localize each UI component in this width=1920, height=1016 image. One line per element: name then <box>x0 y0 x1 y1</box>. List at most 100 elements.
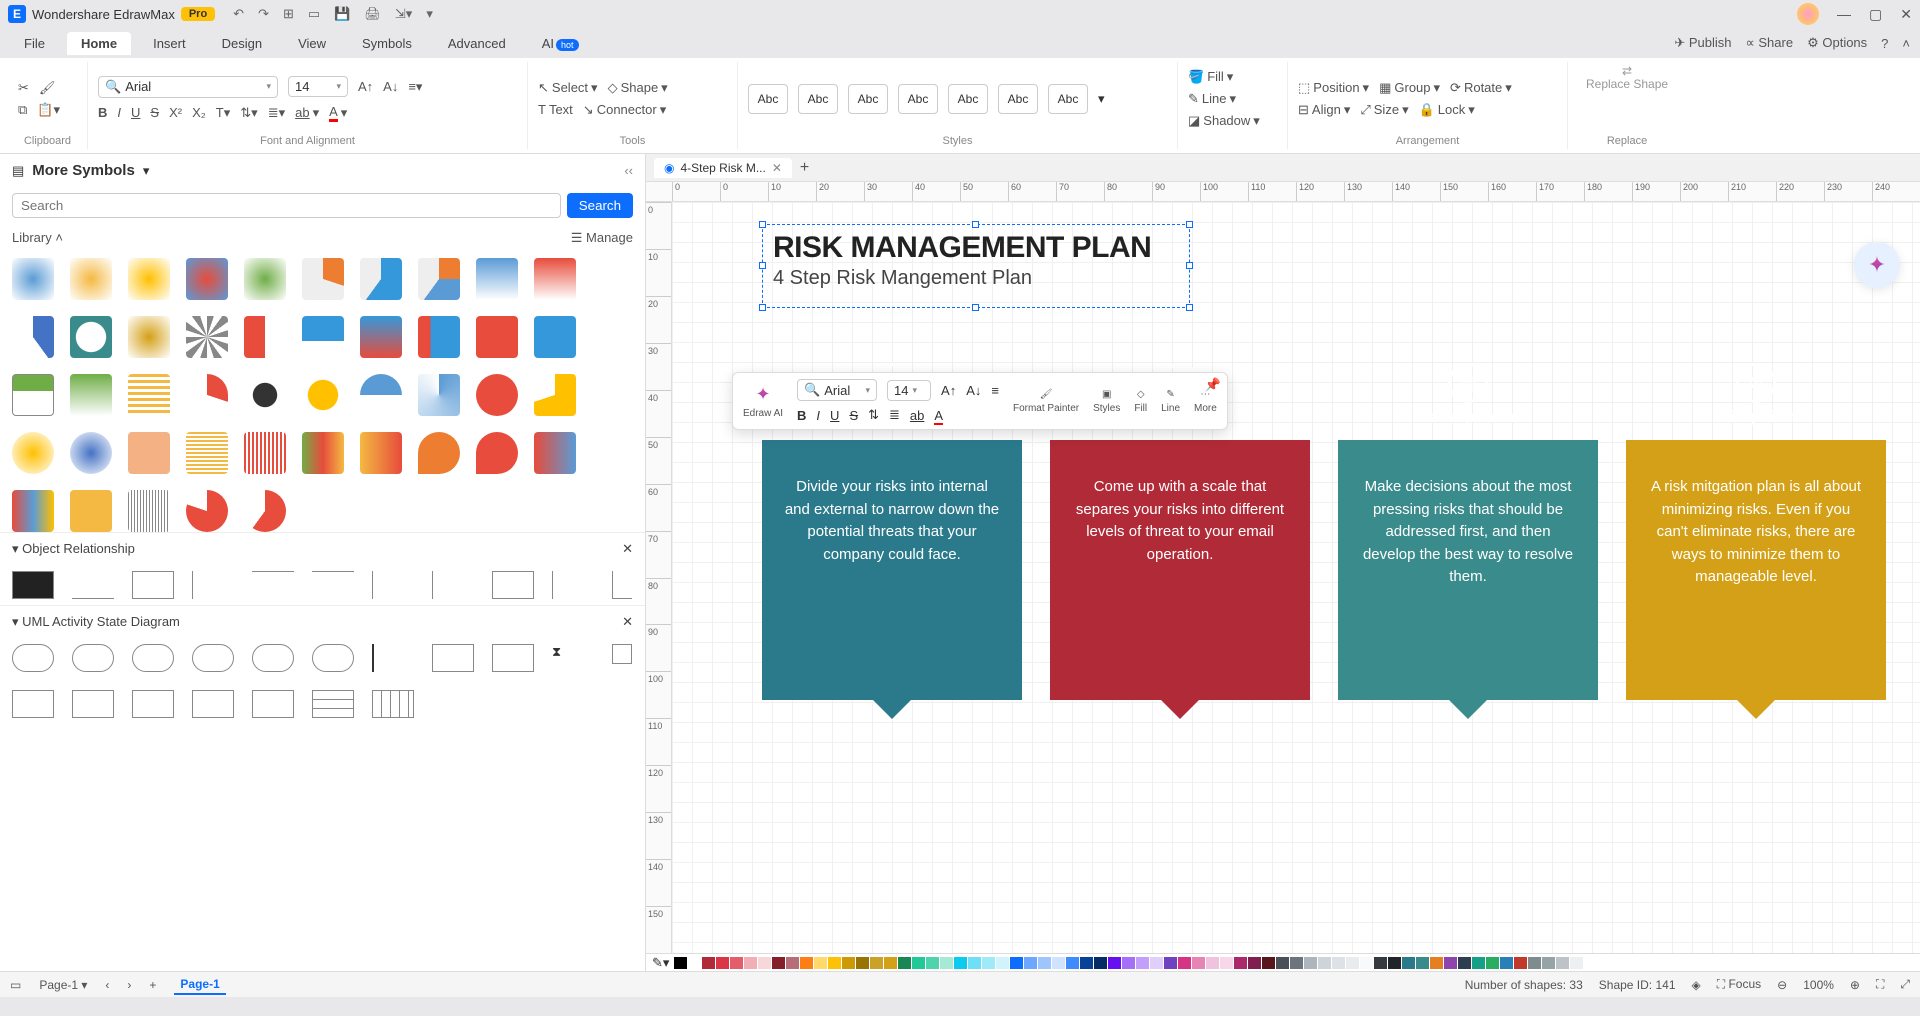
color-swatch[interactable] <box>1220 957 1233 969</box>
subscript-icon[interactable]: X₂ <box>192 105 206 120</box>
align-icon[interactable]: ≡▾ <box>408 79 422 95</box>
symbol-item[interactable] <box>186 374 228 416</box>
symbol-item[interactable] <box>302 316 344 358</box>
page-menu-icon[interactable]: ▭ <box>10 978 21 992</box>
symbol-item[interactable] <box>360 432 402 474</box>
card-management[interactable]: ▥Management Make decisions about the mos… <box>1338 350 1598 730</box>
symbol-item[interactable] <box>534 374 576 416</box>
color-swatch[interactable] <box>1024 957 1037 969</box>
line-spacing-icon[interactable]: ⇅ <box>868 407 879 423</box>
format-painter-icon[interactable]: 🖌 <box>1040 389 1053 400</box>
color-swatch[interactable] <box>1360 957 1373 969</box>
diagram-title[interactable]: RISK MANAGEMENT PLAN <box>763 225 1189 265</box>
color-swatch[interactable] <box>1206 957 1219 969</box>
symbol-item[interactable] <box>372 571 414 599</box>
symbol-item[interactable] <box>312 690 354 718</box>
color-swatch[interactable] <box>1262 957 1275 969</box>
color-swatch[interactable] <box>1388 957 1401 969</box>
color-swatch[interactable] <box>1150 957 1163 969</box>
symbol-item[interactable] <box>186 258 228 300</box>
symbol-item[interactable] <box>186 316 228 358</box>
symbol-item[interactable] <box>12 644 54 672</box>
symbol-item[interactable] <box>476 258 518 300</box>
position-button[interactable]: ⬚ Position▾ <box>1298 80 1369 96</box>
symbol-item[interactable] <box>476 316 518 358</box>
color-swatch[interactable] <box>1080 957 1093 969</box>
close-section-icon[interactable]: ✕ <box>622 614 633 630</box>
symbol-item[interactable] <box>132 571 174 599</box>
redo-icon[interactable]: ↷ <box>258 6 269 22</box>
resize-handle[interactable] <box>1186 304 1193 311</box>
symbol-item[interactable] <box>12 258 54 300</box>
style6[interactable]: Abc <box>998 84 1038 114</box>
symbol-item[interactable] <box>192 571 234 599</box>
symbol-item[interactable] <box>192 644 234 672</box>
user-avatar-icon[interactable] <box>1797 3 1819 25</box>
italic-icon[interactable]: I <box>117 105 121 120</box>
symbol-item[interactable] <box>418 432 460 474</box>
shadow-button[interactable]: ◪ Shadow ▾ <box>1188 113 1260 129</box>
symbol-item[interactable] <box>244 258 286 300</box>
help-icon[interactable]: ? <box>1881 36 1888 51</box>
color-swatch[interactable] <box>1430 957 1443 969</box>
font-color-icon[interactable]: A▾ <box>329 104 347 122</box>
canvas[interactable]: RISK MANAGEMENT PLAN 4 Step Risk Mangeme… <box>672 202 1920 953</box>
color-swatch[interactable] <box>1514 957 1527 969</box>
color-swatch[interactable] <box>702 957 715 969</box>
add-page-icon[interactable]: + <box>149 978 156 992</box>
symbol-item[interactable] <box>302 432 344 474</box>
list-icon[interactable]: ≣ <box>889 407 900 423</box>
color-swatch[interactable] <box>1038 957 1051 969</box>
eyedropper-icon[interactable]: ✎▾ <box>652 955 669 971</box>
symbol-item[interactable] <box>70 316 112 358</box>
menu-design[interactable]: Design <box>208 32 276 55</box>
symbol-item[interactable] <box>72 690 114 718</box>
color-swatch[interactable] <box>1192 957 1205 969</box>
layers-icon[interactable]: ◈ <box>1692 978 1701 992</box>
undo-icon[interactable]: ↶ <box>233 6 244 22</box>
resize-handle[interactable] <box>972 304 979 311</box>
fullscreen-icon[interactable]: ⤢ <box>1900 977 1910 992</box>
doc-tab[interactable]: ◉ 4-Step Risk M... ✕ <box>654 158 792 178</box>
symbol-item[interactable] <box>418 374 460 416</box>
bold-icon[interactable]: B <box>797 408 806 423</box>
color-swatch[interactable] <box>772 957 785 969</box>
symbol-item[interactable] <box>186 432 228 474</box>
menu-ai[interactable]: AIhot <box>528 32 593 55</box>
resize-handle[interactable] <box>759 221 766 228</box>
align-icon[interactable]: ≡ <box>991 383 999 398</box>
symbol-item[interactable] <box>132 690 174 718</box>
symbol-item[interactable] <box>534 316 576 358</box>
color-swatch[interactable] <box>926 957 939 969</box>
options-button[interactable]: ⚙ Options <box>1807 35 1867 51</box>
page-tab[interactable]: Page-1 <box>174 975 225 995</box>
highlight-icon[interactable]: ab <box>910 408 924 423</box>
new-icon[interactable]: ⊞ <box>283 6 294 22</box>
color-swatch[interactable] <box>1556 957 1569 969</box>
symbol-item[interactable] <box>186 490 228 532</box>
styles-more-icon[interactable]: ▾ <box>1098 91 1105 107</box>
qat-more-icon[interactable]: ▾ <box>426 6 433 22</box>
fill-icon[interactable]: ◇ <box>1137 389 1145 400</box>
menu-view[interactable]: View <box>284 32 340 55</box>
color-swatch[interactable] <box>800 957 813 969</box>
symbol-item[interactable] <box>70 374 112 416</box>
symbol-item[interactable] <box>312 571 354 599</box>
float-font-combo[interactable]: 🔍 Arial▾ <box>797 379 877 401</box>
select-button[interactable]: ↖ Select ▾ <box>538 80 598 96</box>
replace-shape-icon[interactable]: ⇄ <box>1622 64 1632 78</box>
section-uml-activity[interactable]: ▾ UML Activity State Diagram <box>12 614 180 630</box>
inc-font-icon[interactable]: A↑ <box>941 383 956 398</box>
close-tab-icon[interactable]: ✕ <box>772 161 782 175</box>
symbol-item[interactable] <box>70 432 112 474</box>
font-combo[interactable]: 🔍 Arial▾ <box>98 76 278 98</box>
color-swatch[interactable] <box>1276 957 1289 969</box>
color-swatch[interactable] <box>1458 957 1471 969</box>
color-swatch[interactable] <box>758 957 771 969</box>
fill-button[interactable]: 🪣 Fill ▾ <box>1188 69 1233 85</box>
library-toggle[interactable]: Library ˄ <box>12 230 63 246</box>
superscript-icon[interactable]: X² <box>169 105 182 120</box>
color-swatch[interactable] <box>1136 957 1149 969</box>
lock-button[interactable]: 🔒 Lock▾ <box>1419 102 1475 118</box>
connector-button[interactable]: ↘ Connector ▾ <box>583 102 666 118</box>
